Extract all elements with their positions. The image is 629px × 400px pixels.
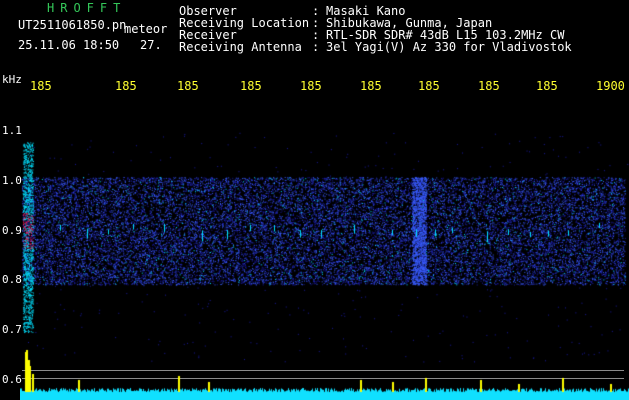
count-label: 27. bbox=[140, 38, 162, 52]
antenna-sep: : bbox=[312, 40, 320, 54]
spectrogram-canvas bbox=[20, 72, 629, 400]
antenna-value: 3el Yagi(V) Az 330 for Vladivostok bbox=[326, 40, 572, 54]
hrofft-window: HROFFT UT2511061850.pn meteor 25.11.06 1… bbox=[0, 0, 629, 400]
y-tick-0-6: 0.6 bbox=[2, 373, 22, 386]
type-label: meteor bbox=[124, 22, 168, 36]
app-title: HROFFT bbox=[47, 1, 127, 15]
antenna-label: Receiving Antenna bbox=[179, 40, 302, 54]
y-unit-label: kHz bbox=[2, 73, 22, 86]
y-tick-0-8: 0.8 bbox=[2, 273, 22, 286]
y-tick-0-7: 0.7 bbox=[2, 323, 22, 336]
y-tick-1-1: 1.1 bbox=[2, 124, 22, 137]
spectrogram-plot bbox=[20, 72, 629, 400]
file-name: UT2511061850.pn bbox=[18, 18, 127, 32]
y-tick-0-9: 0.9 bbox=[2, 224, 22, 237]
y-tick-1-0: 1.0 bbox=[2, 174, 22, 187]
datetime-label: 25.11.06 18:50 bbox=[18, 38, 120, 52]
